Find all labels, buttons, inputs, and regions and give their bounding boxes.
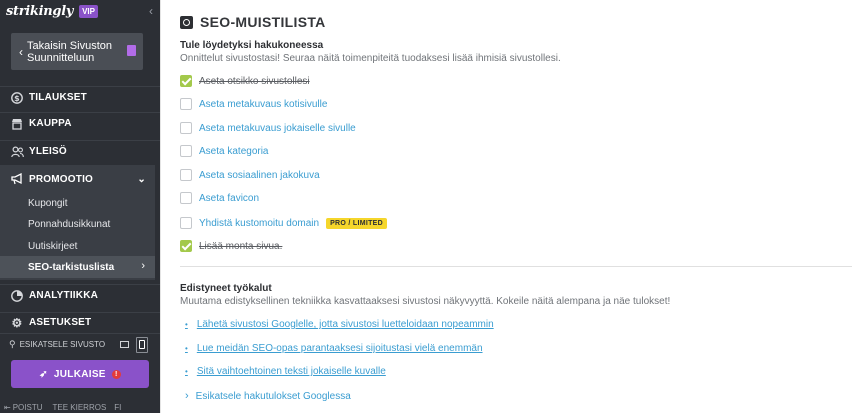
exit-link[interactable]: POISTU	[13, 403, 43, 412]
tool-link-label: Sitä vaihtoehtoinen teksti jokaiselle ku…	[196, 366, 386, 377]
chevron-right-icon: ›	[141, 260, 145, 272]
tour-link[interactable]: TEE KIERROS	[52, 403, 106, 412]
checklist-item[interactable]: Aseta sosiaalinen jakokuva	[180, 168, 320, 182]
collapse-sidebar-icon[interactable]: ‹	[149, 4, 153, 18]
advanced-section-title: Edistyneet työkalut	[180, 283, 272, 294]
logo-row: strikingly VIP	[0, 0, 160, 22]
exit-icon: ⇤	[4, 402, 11, 412]
checklist-link[interactable]: Yhdistä kustomoitu domain	[199, 218, 319, 229]
sub-item-popups[interactable]: Ponnahdusikkunat	[28, 219, 110, 230]
bullet-icon: •	[185, 344, 188, 353]
tool-link-google-submit[interactable]: • Lähetä sivustosi Googlelle, jotta sivu…	[185, 319, 494, 330]
sub-item-newsletters[interactable]: Uutiskirjeet	[28, 241, 77, 252]
nav-label-settings: ASETUKSET	[29, 317, 92, 328]
main-content: SEO-MUISTILISTA Tule löydetyksi hakukone…	[161, 0, 852, 413]
preview-site-row[interactable]: ⚲ ESIKATSELE SIVUSTO	[0, 333, 160, 355]
desktop-icon[interactable]	[120, 341, 130, 348]
google-preview-label: Esikatsele hakutulokset Googlessa	[195, 390, 351, 402]
vip-badge: VIP	[79, 4, 98, 18]
checkbox[interactable]	[180, 192, 192, 204]
svg-text:$: $	[14, 94, 20, 103]
checklist-item[interactable]: Aseta kategoria	[180, 144, 269, 158]
language-link[interactable]: FI	[114, 403, 121, 412]
checklist-item[interactable]: Aseta otsikko sivustollesi	[180, 74, 310, 88]
sidebar: strikingly VIP ‹ ‹ Takaisin Sivuston Suu…	[0, 0, 160, 413]
analytics-icon	[10, 289, 24, 303]
people-icon	[10, 145, 24, 159]
checklist-label: Lisää monta sivua.	[199, 240, 283, 252]
nav-item-store[interactable]: KAUPPA	[0, 112, 160, 134]
store-icon	[10, 117, 24, 131]
bullet-icon: •	[185, 367, 188, 376]
checklist-link[interactable]: Aseta sosiaalinen jakokuva	[199, 170, 320, 181]
nav-item-analytics[interactable]: ANALYTIIKKA	[0, 284, 160, 306]
tool-link-label: Lue meidän SEO-opas parantaaksesi sijoit…	[196, 343, 483, 354]
sub-item-seo-checklist[interactable]: SEO-tarkistuslista ›	[0, 256, 155, 278]
nav-label-audience: YLEISÖ	[29, 146, 67, 157]
chevron-down-icon: ⌄	[137, 173, 146, 185]
found-section-subtitle: Onnittelut sivustostasi! Seuraa näitä to…	[180, 53, 561, 64]
tool-link-label: Lähetä sivustosi Googlelle, jotta sivust…	[196, 319, 494, 330]
document-icon	[127, 45, 136, 56]
checklist-item[interactable]: Yhdistä kustomoitu domain PRO / LIMITED	[180, 216, 387, 230]
checklist-link[interactable]: Aseta kategoria	[199, 146, 269, 157]
megaphone-icon	[10, 172, 24, 186]
checklist-item[interactable]: Aseta metakuvaus kotisivulle	[180, 97, 327, 111]
search-icon: ⚲	[9, 339, 16, 349]
checklist-link[interactable]: Aseta metakuvaus jokaiselle sivulle	[199, 123, 356, 134]
checkbox[interactable]	[180, 98, 192, 110]
mobile-toggle[interactable]	[136, 336, 149, 353]
nav-item-audience[interactable]: YLEISÖ	[0, 140, 160, 162]
back-button-label: Takaisin Sivuston Suunnitteluun	[27, 39, 112, 64]
pro-limited-badge: PRO / LIMITED	[326, 217, 387, 229]
nav-label-orders: TILAUKSET	[29, 92, 87, 103]
strikingly-logo[interactable]: strikingly	[6, 4, 73, 19]
gear-icon: ⚙	[11, 315, 23, 330]
checklist-item[interactable]: Aseta metakuvaus jokaiselle sivulle	[180, 121, 356, 135]
checklist-label: Aseta otsikko sivustollesi	[199, 75, 310, 87]
alert-icon: !	[111, 369, 121, 379]
mobile-icon	[139, 339, 146, 349]
publish-label: JULKAISE	[53, 368, 106, 380]
nav-label-analytics: ANALYTIIKKA	[29, 290, 99, 301]
google-preview-toggle[interactable]: › Esikatsele hakutulokset Googlessa	[185, 390, 351, 402]
bullet-icon: •	[185, 320, 188, 329]
found-section-title: Tule löydetyksi hakukoneessa	[180, 40, 324, 51]
checklist-item[interactable]: Lisää monta sivua.	[180, 239, 282, 253]
sub-item-seo-label: SEO-tarkistuslista	[28, 262, 115, 273]
chevron-left-icon: ‹	[19, 44, 23, 59]
nav-item-orders[interactable]: $ TILAUKSET	[0, 86, 160, 108]
footer-row: ⇤ POISTU TEE KIERROS FI	[0, 401, 160, 413]
nav-item-settings[interactable]: ⚙ ASETUKSET	[0, 312, 160, 332]
search-icon	[180, 16, 193, 29]
preview-site-label: ESIKATSELE SIVUSTO	[19, 340, 106, 349]
nav-item-promotion[interactable]: PROMOOTIO ⌄	[0, 167, 160, 191]
checkbox[interactable]	[180, 145, 192, 157]
checklist-link[interactable]: Aseta favicon	[199, 193, 259, 204]
dollar-icon: $	[10, 91, 24, 105]
checklist-link[interactable]: Aseta metakuvaus kotisivulle	[199, 99, 327, 110]
checkbox-checked[interactable]	[180, 75, 192, 87]
nav-label-store: KAUPPA	[29, 118, 72, 129]
checkbox[interactable]	[180, 169, 192, 181]
checkbox-checked[interactable]	[180, 240, 192, 252]
section-divider	[180, 266, 852, 267]
advanced-section-subtitle: Muutama edistyksellinen tekniikka kasvat…	[180, 296, 671, 307]
publish-button[interactable]: ➶ JULKAISE !	[11, 360, 149, 388]
back-to-design-button[interactable]: ‹ Takaisin Sivuston Suunnitteluun	[11, 33, 143, 70]
checkbox[interactable]	[180, 217, 192, 229]
checkbox[interactable]	[180, 122, 192, 134]
sub-item-coupons[interactable]: Kupongit	[28, 198, 67, 209]
nav-label-promotion: PROMOOTIO	[29, 173, 94, 185]
rocket-icon: ➶	[39, 368, 48, 380]
chevron-right-icon: ›	[185, 390, 189, 402]
page-title: SEO-MUISTILISTA	[200, 14, 326, 30]
tool-link-alt-text[interactable]: • Sitä vaihtoehtoinen teksti jokaiselle …	[185, 366, 386, 377]
tool-link-seo-guide[interactable]: • Lue meidän SEO-opas parantaaksesi sijo…	[185, 343, 483, 354]
checklist-item[interactable]: Aseta favicon	[180, 191, 259, 205]
